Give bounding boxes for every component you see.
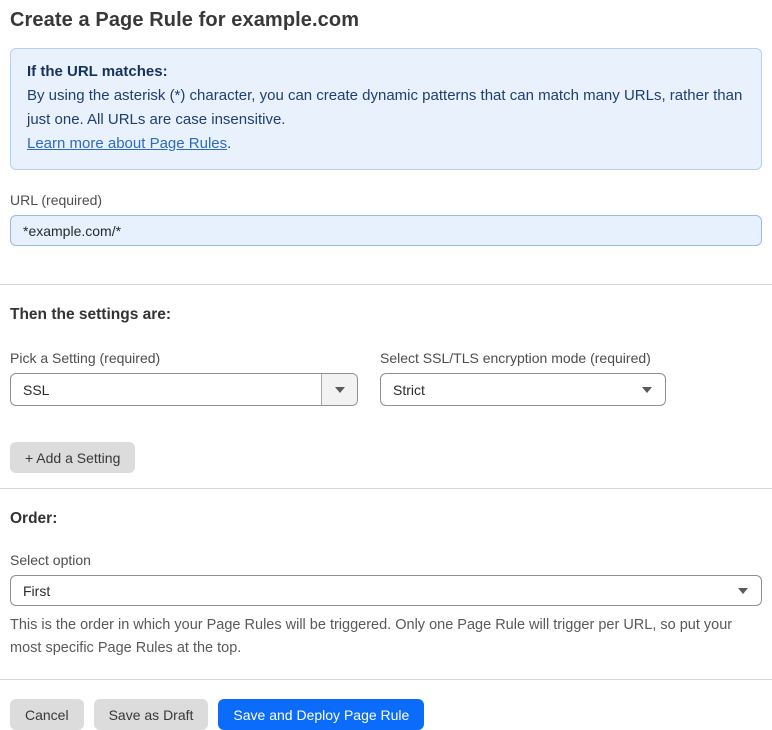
setting-picker-arrow-button[interactable]: [321, 374, 357, 405]
settings-row: Pick a Setting (required) SSL Select SSL…: [10, 350, 762, 406]
caret-down-icon: [642, 386, 652, 393]
info-box-link-line: Learn more about Page Rules.: [27, 132, 745, 156]
save-and-deploy-button[interactable]: Save and Deploy Page Rule: [218, 699, 425, 730]
add-setting-button[interactable]: + Add a Setting: [10, 442, 136, 473]
learn-more-link[interactable]: Learn more about Page Rules: [27, 135, 227, 152]
link-period: .: [227, 135, 232, 152]
order-select[interactable]: First: [10, 575, 762, 606]
mode-picker-select[interactable]: Strict: [380, 373, 666, 406]
page-title: Create a Page Rule for example.com: [10, 9, 360, 31]
order-select-arrow: [738, 587, 761, 594]
info-box-body: By using the asterisk (*) character, you…: [27, 87, 743, 128]
url-field-label: URL (required): [10, 192, 103, 208]
caret-down-icon: [334, 386, 345, 393]
order-select-value: First: [23, 582, 51, 599]
setting-picker-value: SSL: [23, 381, 50, 398]
setting-picker-select[interactable]: SSL: [10, 373, 358, 406]
footer-button-row: Cancel Save as Draft Save and Deploy Pag…: [10, 699, 762, 730]
order-help-text: This is the order in which your Page Rul…: [10, 617, 733, 656]
setting-picker-group: Pick a Setting (required) SSL: [10, 350, 358, 406]
mode-picker-arrow: [642, 386, 665, 393]
cancel-button[interactable]: Cancel: [10, 699, 84, 730]
url-match-info-box: If the URL matches: By using the asteris…: [10, 48, 762, 170]
caret-down-icon: [738, 587, 748, 594]
mode-picker-value: Strict: [393, 381, 425, 398]
divider: [0, 679, 772, 680]
setting-picker-label: Pick a Setting (required): [10, 350, 161, 366]
settings-section-heading: Then the settings are:: [10, 306, 172, 323]
mode-picker-group: Select SSL/TLS encryption mode (required…: [380, 350, 666, 406]
info-box-heading: If the URL matches:: [27, 63, 168, 80]
mode-picker-label: Select SSL/TLS encryption mode (required…: [380, 350, 651, 366]
order-section-heading: Order:: [10, 510, 58, 527]
order-select-label: Select option: [10, 552, 91, 568]
url-input[interactable]: [10, 215, 762, 246]
save-as-draft-button[interactable]: Save as Draft: [93, 699, 209, 730]
